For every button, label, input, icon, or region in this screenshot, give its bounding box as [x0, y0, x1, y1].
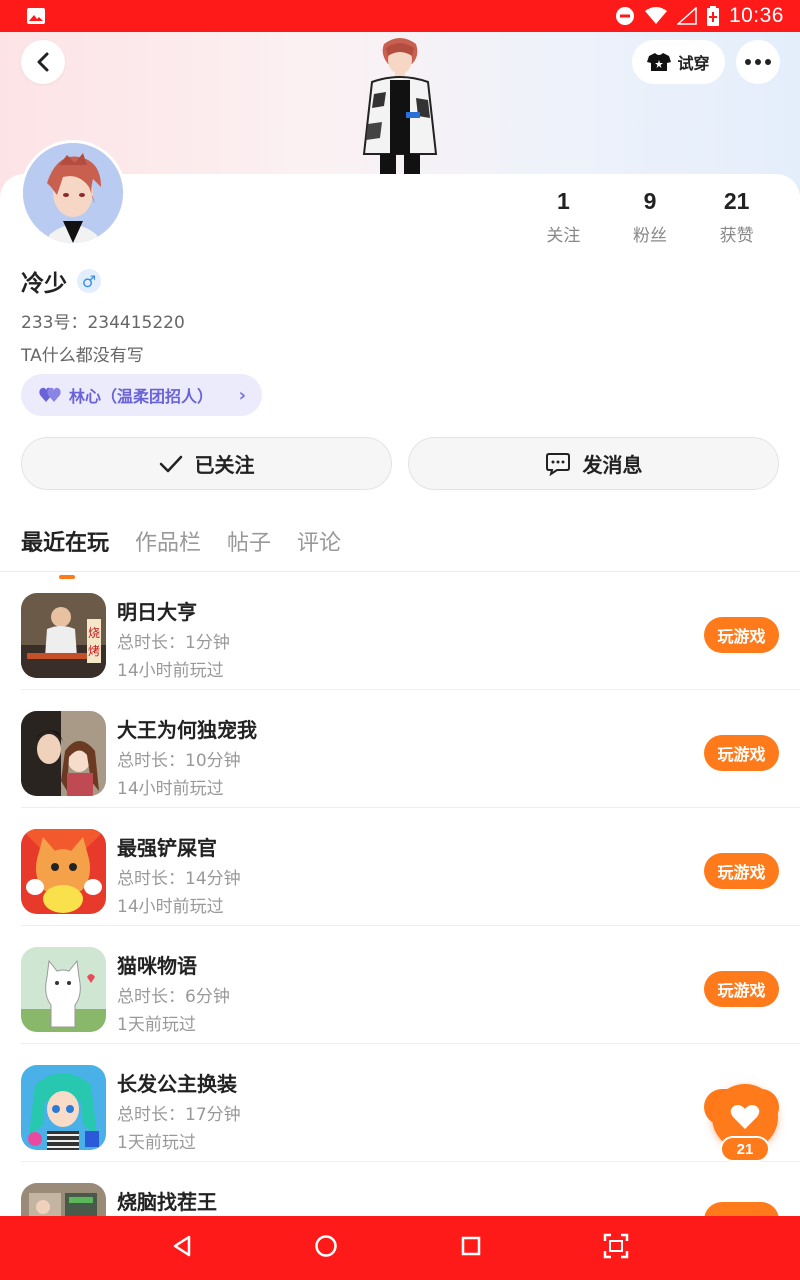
list-item[interactable]: 最强铲屎官 总时长：14分钟 14小时前玩过 玩游戏 [21, 808, 800, 926]
avatar[interactable] [20, 140, 126, 246]
play-game-button[interactable]: 玩游戏 [704, 617, 779, 653]
game-duration: 总时长：10分钟 [117, 751, 241, 771]
stat-followers-count: 9 [643, 188, 657, 214]
game-icon [21, 829, 106, 914]
user-bio: TA什么都没有写 [21, 346, 144, 366]
game-last-played: 14小时前玩过 [117, 661, 224, 681]
game-duration: 总时长：6分钟 [117, 987, 230, 1007]
tab-works[interactable]: 作品栏 [135, 525, 201, 557]
nav-back-icon[interactable] [171, 1234, 193, 1262]
list-item[interactable]: 猫咪物语 总时长：6分钟 1天前玩过 玩游戏 [21, 926, 800, 1044]
tab-comments[interactable]: 评论 [297, 525, 341, 557]
male-gender-icon: ♂ [77, 269, 101, 293]
username-text: 冷少 [21, 271, 67, 297]
game-name: 最强铲屎官 [117, 836, 217, 860]
nav-home-icon[interactable] [314, 1234, 338, 1262]
send-message-label: 发消息 [582, 453, 643, 477]
chat-bubble-icon [545, 452, 570, 476]
list-item[interactable]: 烧烤 明日大亨 总时长：1分钟 14小时前玩过 玩游戏 [21, 572, 800, 690]
game-name: 猫咪物语 [117, 954, 197, 978]
game-name: 明日大亨 [117, 600, 197, 624]
heart-icon [730, 1105, 760, 1129]
status-bar: 10:36 [0, 0, 800, 32]
try-on-button[interactable]: 试穿 [632, 40, 725, 84]
game-last-played: 1天前玩过 [117, 1133, 196, 1153]
game-name: 烧脑找茬王 [117, 1190, 217, 1214]
user-id: 233号：234415220 [21, 313, 185, 333]
tab-posts[interactable]: 帖子 [227, 525, 271, 557]
send-message-button[interactable]: 发消息 [408, 437, 779, 490]
stat-likes[interactable]: 21 获赞 [693, 188, 780, 246]
tshirt-icon [647, 53, 672, 71]
list-item[interactable]: 长发公主换装 总时长：17分钟 1天前玩过 玩游戏 [21, 1044, 800, 1162]
game-duration: 总时长：17分钟 [117, 1105, 241, 1125]
game-last-played: 14小时前玩过 [117, 779, 224, 799]
nav-recents-icon[interactable] [460, 1235, 482, 1261]
tab-recently-played[interactable]: 最近在玩 [21, 525, 109, 579]
play-game-button[interactable]: 玩游戏 [704, 735, 779, 771]
followed-button[interactable]: 已关注 [21, 437, 392, 490]
stat-likes-count: 21 [723, 188, 750, 214]
game-icon [21, 711, 106, 796]
try-on-label: 试穿 [677, 54, 710, 73]
battery-icon [706, 6, 719, 26]
more-dots-icon [745, 59, 771, 65]
double-heart-icon [39, 387, 61, 402]
guild-badge[interactable]: 林心（温柔团招人） › [21, 374, 262, 416]
play-game-button[interactable]: 玩游戏 [704, 853, 779, 889]
signal-icon [676, 7, 697, 25]
game-last-played: 14小时前玩过 [117, 897, 224, 917]
check-icon [159, 455, 182, 472]
stat-following[interactable]: 1 关注 [520, 188, 607, 246]
like-count-badge: 21 [720, 1136, 770, 1162]
list-item[interactable]: 大王为何独宠我 总时长：10分钟 14小时前玩过 玩游戏 [21, 690, 800, 808]
stat-followers[interactable]: 9 粉丝 [607, 188, 694, 246]
chevron-right-icon: › [238, 384, 246, 406]
game-name: 大王为何独宠我 [117, 718, 257, 742]
back-button[interactable] [21, 40, 65, 84]
more-button[interactable] [736, 40, 780, 84]
stat-followers-label: 粉丝 [633, 226, 667, 246]
stat-following-label: 关注 [546, 226, 581, 246]
game-duration: 总时长：1分钟 [117, 633, 230, 653]
game-icon [21, 947, 106, 1032]
svg-text:烧: 烧 [88, 626, 100, 640]
wifi-icon [644, 7, 667, 25]
game-last-played: 1天前玩过 [117, 1015, 196, 1035]
game-name: 长发公主换装 [117, 1072, 237, 1096]
avatar-character-figure [350, 34, 450, 174]
game-icon [21, 1065, 106, 1150]
profile-stats: 1 关注 9 粉丝 21 获赞 [520, 188, 780, 246]
svg-text:烤: 烤 [88, 643, 100, 658]
stat-following-count: 1 [556, 188, 570, 214]
nav-screenshot-icon[interactable] [603, 1233, 629, 1263]
profile-tabs: 最近在玩 作品栏 帖子 评论 [21, 525, 341, 579]
recently-played-list: 烧烤 明日大亨 总时长：1分钟 14小时前玩过 玩游戏 大王为何独宠我 总时长：… [0, 572, 800, 1280]
username: 冷少 ♂ [21, 264, 101, 298]
back-arrow-icon [37, 52, 49, 72]
dnd-icon [615, 6, 635, 26]
play-game-button[interactable]: 玩游戏 [704, 971, 779, 1007]
status-time: 10:36 [728, 4, 784, 27]
gallery-icon [26, 7, 46, 25]
stat-likes-label: 获赞 [719, 226, 754, 246]
guild-name: 林心（温柔团招人） [69, 387, 214, 406]
followed-label: 已关注 [194, 453, 255, 477]
game-icon: 烧烤 [21, 593, 106, 678]
system-navigation-bar [0, 1216, 800, 1280]
game-duration: 总时长：14分钟 [117, 869, 241, 889]
